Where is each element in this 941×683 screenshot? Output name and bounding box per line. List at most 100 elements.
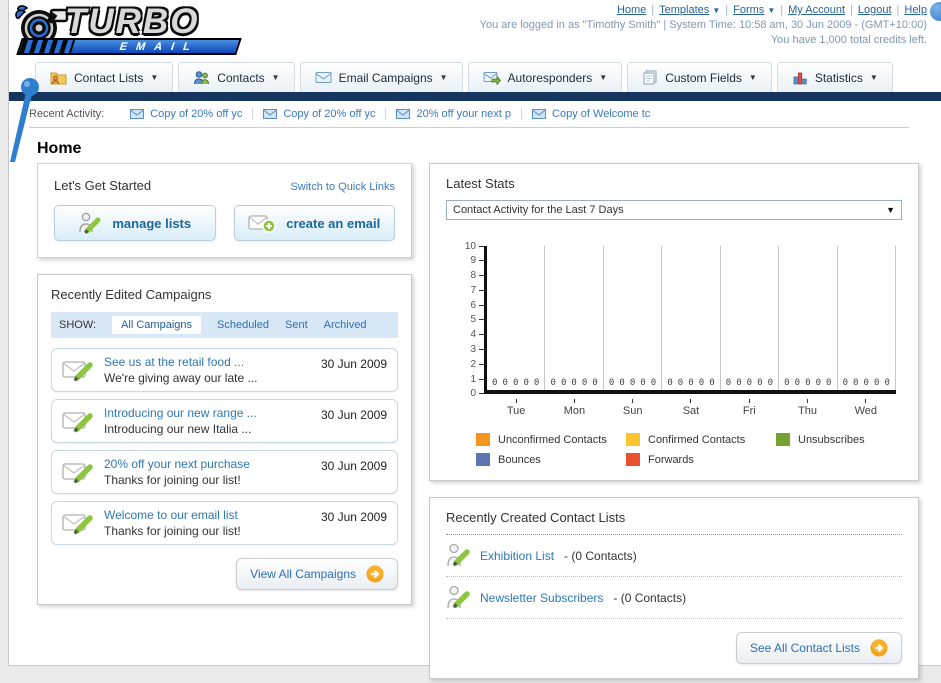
campaign-date: 30 Jun 2009 bbox=[320, 510, 387, 524]
x-tick-label: Tue bbox=[487, 399, 545, 417]
filter-scheduled[interactable]: Scheduled bbox=[217, 319, 269, 331]
data-label: 0 bbox=[667, 378, 673, 388]
data-label: 0 bbox=[725, 378, 732, 388]
see-all-contact-lists-button[interactable]: See All Contact Lists bbox=[735, 632, 902, 664]
stats-dropdown[interactable]: Contact Activity for the Last 7 Days ▼ bbox=[446, 200, 902, 220]
legend-label: Bounces bbox=[498, 453, 541, 466]
campaign-title-link[interactable]: Introducing our new range ... bbox=[104, 406, 311, 420]
chart-plot-area: 00000000000000000000000000000000000 bbox=[484, 246, 896, 394]
contact-list-count: - (0 Contacts) bbox=[613, 590, 687, 605]
envelope-icon bbox=[130, 109, 145, 119]
chevron-down-icon: ▼ bbox=[599, 73, 608, 82]
chart-y-axis: 10 9 8 7 6 5 4 3 2 1 0 bbox=[460, 241, 484, 399]
nav-link-logout[interactable]: Logout bbox=[858, 4, 892, 16]
data-label: 0 bbox=[523, 378, 529, 388]
tab-label: Statistics bbox=[814, 70, 863, 85]
filter-sent[interactable]: Sent bbox=[285, 319, 308, 331]
campaign-row[interactable]: Welcome to our email list Thanks for joi… bbox=[51, 501, 398, 545]
envelope-edit-icon bbox=[62, 361, 93, 382]
tab-custom-fields[interactable]: Custom Fields ▼ bbox=[627, 62, 772, 92]
contact-list-count: - (0 Contacts) bbox=[564, 548, 637, 563]
x-tick-label: Sun bbox=[604, 399, 662, 417]
y-tick-label: 5 bbox=[460, 314, 484, 325]
contact-list-link[interactable]: Newsletter Subscribers bbox=[480, 591, 603, 605]
contact-list-link[interactable]: Exhibition List bbox=[480, 549, 554, 563]
tab-label: Autoresponders bbox=[507, 70, 593, 85]
view-all-campaigns-button[interactable]: View All Campaigns bbox=[236, 558, 398, 590]
pages-icon bbox=[643, 70, 657, 85]
tab-label: Email Campaigns bbox=[338, 70, 433, 85]
y-tick-label: 4 bbox=[460, 329, 484, 340]
tab-email-campaigns[interactable]: Email Campaigns ▼ bbox=[299, 62, 463, 92]
data-labels: 00000 bbox=[662, 378, 719, 388]
nav-link-templates[interactable]: Templates bbox=[659, 4, 709, 16]
person-edit-icon bbox=[447, 585, 470, 609]
nav-link-help[interactable]: Help bbox=[904, 4, 927, 16]
recent-activity-item[interactable]: Copy of Welcome tc bbox=[522, 108, 660, 120]
x-tick-label: Mon bbox=[545, 399, 603, 417]
nav-link-my-account[interactable]: My Account bbox=[788, 4, 845, 16]
recent-activity-item[interactable]: 20% off your next p bbox=[386, 108, 523, 120]
contact-list-row[interactable]: Newsletter Subscribers - (0 Contacts) bbox=[446, 577, 902, 619]
link-separator: | bbox=[896, 4, 900, 16]
create-email-label: create an email bbox=[286, 215, 381, 231]
filter-archived[interactable]: Archived bbox=[324, 319, 367, 331]
tab-autoresponders[interactable]: Autoresponders ▼ bbox=[467, 62, 623, 92]
data-label: 0 bbox=[698, 378, 705, 388]
tab-contacts[interactable]: Contacts ▼ bbox=[178, 62, 295, 92]
y-tick-label: 1 bbox=[460, 374, 484, 385]
latest-stats-panel: Latest Stats Contact Activity for the La… bbox=[429, 163, 919, 481]
tab-label: Custom Fields bbox=[665, 70, 742, 85]
data-label: 0 bbox=[512, 378, 519, 388]
legend-label: Forwards bbox=[648, 453, 694, 466]
data-label: 0 bbox=[826, 378, 832, 388]
view-all-campaigns-label: View All Campaigns bbox=[250, 567, 356, 581]
campaign-row[interactable]: Introducing our new range ... Introducin… bbox=[51, 399, 398, 443]
nav-link-home[interactable]: Home bbox=[617, 4, 646, 16]
recent-activity-text: 20% off your next p bbox=[416, 108, 512, 120]
stats-dropdown-value: Contact Activity for the Last 7 Days bbox=[453, 204, 624, 216]
turbo-email-logo: TURBO EMAIL bbox=[13, 2, 263, 60]
filter-all-campaigns[interactable]: All Campaigns bbox=[112, 316, 201, 334]
tab-contact-lists[interactable]: Contact Lists ▼ bbox=[35, 62, 174, 92]
envelope-arrow-icon bbox=[483, 71, 501, 85]
data-label: 0 bbox=[805, 378, 811, 388]
campaign-title-link[interactable]: Welcome to our email list bbox=[104, 508, 311, 522]
y-tick-label: 8 bbox=[460, 270, 484, 281]
page-title: Home bbox=[37, 140, 82, 157]
data-label: 0 bbox=[784, 378, 790, 388]
data-label: 0 bbox=[677, 378, 684, 388]
y-tick-label: 9 bbox=[460, 255, 484, 266]
envelope-icon bbox=[532, 109, 547, 119]
right-column: Latest Stats Contact Activity for the La… bbox=[429, 163, 919, 679]
tab-label: Contacts bbox=[217, 70, 265, 85]
campaign-title-link[interactable]: See us at the retail food ... bbox=[104, 355, 311, 369]
nav-link-forms[interactable]: Forms bbox=[733, 4, 764, 16]
campaign-date: 30 Jun 2009 bbox=[320, 408, 387, 422]
legend-swatch bbox=[626, 453, 640, 466]
contact-list-row[interactable]: Exhibition List - (0 Contacts) bbox=[446, 535, 902, 577]
campaign-date: 30 Jun 2009 bbox=[320, 357, 387, 371]
tab-label: Contact Lists bbox=[74, 70, 144, 85]
chevron-down-icon: ▼ bbox=[767, 6, 776, 15]
campaign-title-link[interactable]: 20% off your next purchase bbox=[104, 457, 311, 471]
switch-quick-links[interactable]: Switch to Quick Links bbox=[290, 181, 395, 193]
recent-activity-item[interactable]: Copy of 20% off yc bbox=[120, 108, 254, 120]
tab-statistics[interactable]: Statistics ▼ bbox=[776, 62, 893, 92]
link-separator: | bbox=[780, 4, 784, 16]
recent-activity-item[interactable]: Copy of 20% off yc bbox=[253, 108, 387, 120]
data-label: 0 bbox=[794, 378, 801, 388]
campaign-row[interactable]: 20% off your next purchase Thanks for jo… bbox=[51, 450, 398, 494]
envelope-icon bbox=[315, 72, 332, 83]
data-label: 0 bbox=[853, 378, 859, 388]
create-email-button[interactable]: create an email bbox=[233, 205, 395, 241]
chart-x-axis: Tue Mon Sun Sat Fri Thu Wed bbox=[487, 399, 895, 417]
contact-lists-panel: Recently Created Contact Lists Exhibitio… bbox=[429, 497, 919, 679]
campaign-row[interactable]: See us at the retail food ... We're givi… bbox=[51, 348, 398, 392]
data-label: 0 bbox=[884, 378, 890, 388]
manage-lists-label: manage lists bbox=[112, 215, 192, 231]
chart-column: 00000 bbox=[721, 246, 780, 390]
manage-lists-button[interactable]: manage lists bbox=[54, 205, 216, 241]
data-label: 0 bbox=[629, 378, 636, 388]
chevron-down-icon: ▼ bbox=[712, 6, 721, 15]
